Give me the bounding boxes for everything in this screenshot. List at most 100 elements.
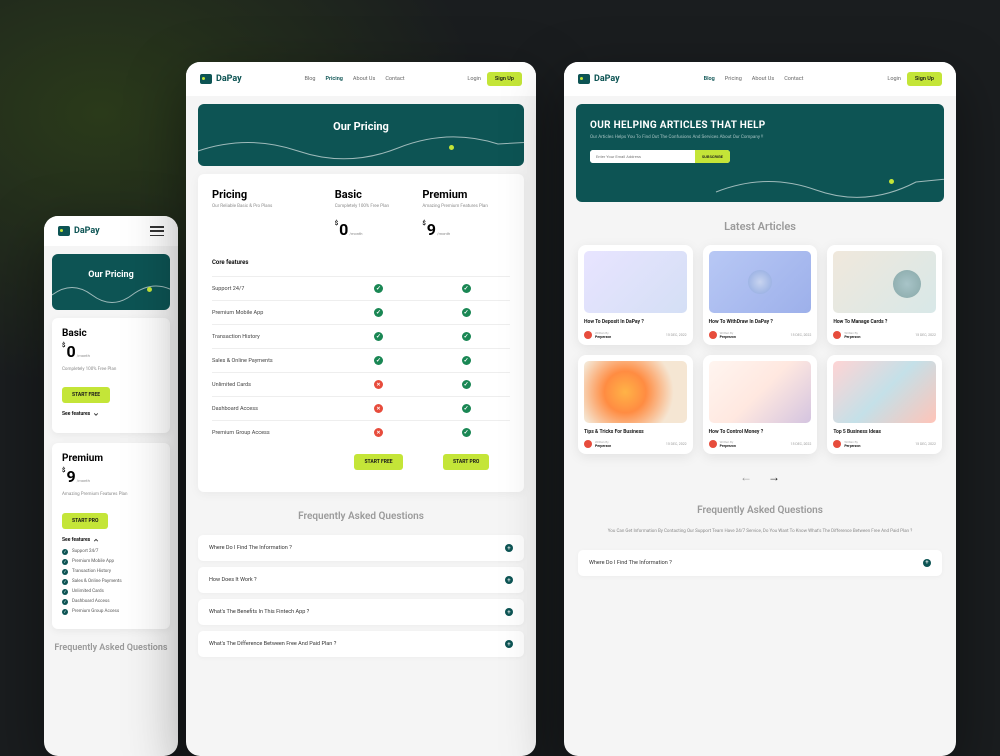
check-icon xyxy=(62,599,68,605)
feature-name: Transaction History xyxy=(212,334,335,340)
signup-button[interactable]: Sign Up xyxy=(907,72,942,86)
article-card[interactable]: How To Deposit In DaPay ?Written ByPerpe… xyxy=(578,245,693,345)
start-pro-button[interactable]: START PRO xyxy=(62,513,108,529)
brand-text: DaPay xyxy=(594,74,620,84)
check-icon xyxy=(374,284,383,293)
login-link[interactable]: Login xyxy=(887,76,901,82)
desktop-header: DaPay Blog Pricing About Us Contact Logi… xyxy=(564,62,956,96)
article-image xyxy=(833,361,936,423)
article-image xyxy=(833,251,936,313)
brand-logo[interactable]: DaPay xyxy=(58,226,100,236)
plus-icon: + xyxy=(505,544,513,552)
nav-contact[interactable]: Contact xyxy=(385,76,404,82)
subscribe-button[interactable]: SUBSCRIBE xyxy=(695,150,730,163)
email-input[interactable] xyxy=(590,150,695,163)
brand-icon xyxy=(58,226,70,236)
nav-about[interactable]: About Us xyxy=(353,76,375,82)
desktop-frame: DaPay Blog Pricing About Us Contact Logi… xyxy=(564,62,956,756)
author: Written ByPerperzon xyxy=(833,440,860,448)
article-image xyxy=(584,251,687,313)
start-free-button[interactable]: START FREE xyxy=(354,454,402,470)
nav-contact[interactable]: Contact xyxy=(784,76,803,82)
article-title: How To Control Money ? xyxy=(709,429,812,436)
check-icon xyxy=(62,589,68,595)
check-icon xyxy=(462,332,471,341)
plus-icon: + xyxy=(923,559,931,567)
faq-list: Where Do I Find The Information ?+ How D… xyxy=(198,535,524,657)
faq-item[interactable]: Where Do I Find The Information ?+ xyxy=(578,550,942,576)
feature-name: Premium Group Access xyxy=(212,430,335,436)
check-icon xyxy=(62,579,68,585)
article-card[interactable]: How To Control Money ? Written ByPerperzo… xyxy=(703,355,818,455)
feature-name: Premium Mobile App xyxy=(212,310,335,316)
avatar xyxy=(833,440,841,448)
pricing-sub: Our Reliable Basic & Pro Plans xyxy=(212,204,335,210)
hero-pricing: Our Pricing xyxy=(198,104,524,166)
faq-item[interactable]: Where Do I Find The Information ?+ xyxy=(198,535,524,561)
article-title: How To Manage Cards ? xyxy=(833,319,936,326)
chevron-up-icon xyxy=(93,537,99,543)
nav-pricing[interactable]: Pricing xyxy=(325,76,342,82)
article-card[interactable]: How To WithDraw In DaPay ?Written ByPerp… xyxy=(703,245,818,345)
hamburger-icon[interactable] xyxy=(150,226,164,236)
nav-pricing[interactable]: Pricing xyxy=(725,76,742,82)
article-card[interactable]: How To Manage Cards ?Written ByPerperzon… xyxy=(827,245,942,345)
article-title: How To WithDraw In DaPay ? xyxy=(709,319,812,326)
accent-dot xyxy=(147,287,152,292)
check-icon xyxy=(374,308,383,317)
mobile-frame: DaPay Our Pricing Basic $0/month Complet… xyxy=(44,216,178,756)
see-features-toggle[interactable]: See features xyxy=(62,411,160,417)
prev-arrow-icon[interactable]: ← xyxy=(740,470,752,484)
pricing-row: Premium Group Access xyxy=(212,420,510,444)
article-date: 15 DEC, 2022 xyxy=(791,442,812,446)
author: Written ByPerperzon xyxy=(709,440,736,448)
check-icon xyxy=(462,284,471,293)
nav-about[interactable]: About Us xyxy=(752,76,774,82)
check-icon xyxy=(462,404,471,413)
faq-item[interactable]: What's The Benefits In This Fintech App … xyxy=(198,599,524,625)
article-card[interactable]: Tips & Tricks For BusinessWritten ByPerp… xyxy=(578,355,693,455)
avatar xyxy=(709,440,717,448)
brand-text: DaPay xyxy=(216,74,242,84)
faq-title: Frequently Asked Questions xyxy=(186,510,536,523)
feature-item: Premium Group Access xyxy=(62,609,160,615)
pricing-actions: START FREE START PRO xyxy=(212,454,510,478)
feature-item: Support 24/7 xyxy=(62,549,160,555)
accent-dot xyxy=(449,145,454,150)
nav-blog[interactable]: Blog xyxy=(704,76,715,82)
avatar xyxy=(584,440,592,448)
avatar xyxy=(833,331,841,339)
nav-blog[interactable]: Blog xyxy=(304,76,315,82)
next-arrow-icon[interactable]: → xyxy=(768,470,780,484)
check-icon xyxy=(62,559,68,565)
article-card[interactable]: Top 5 Business IdeasWritten ByPerperzon1… xyxy=(827,355,942,455)
mobile-header: DaPay xyxy=(44,216,178,246)
hero-subtitle: Our Articles Helps You To Find Out The C… xyxy=(590,135,930,142)
plus-icon: + xyxy=(505,640,513,648)
plan-card-basic: Basic $0/month Completely 100% Free Plan… xyxy=(52,318,170,433)
brand-logo[interactable]: DaPay xyxy=(200,74,242,84)
start-pro-button[interactable]: START PRO xyxy=(443,454,489,470)
price-row: $9/month xyxy=(62,467,160,486)
feature-item: Transaction History xyxy=(62,569,160,575)
faq-item[interactable]: How Does It Work ?+ xyxy=(198,567,524,593)
start-free-button[interactable]: START FREE xyxy=(62,387,110,403)
article-title: How To Deposit In DaPay ? xyxy=(584,319,687,326)
feature-list: Support 24/7 Premium Mobile App Transact… xyxy=(62,549,160,615)
wave-decoration xyxy=(198,126,524,166)
pricing-table-header: Pricing Our Reliable Basic & Pro Plans B… xyxy=(212,188,510,245)
faq-list: Where Do I Find The Information ?+ xyxy=(578,550,942,576)
see-features-toggle[interactable]: See features xyxy=(62,537,160,543)
login-link[interactable]: Login xyxy=(467,76,481,82)
article-date: 15 DEC, 2022 xyxy=(666,442,687,446)
feature-name: Support 24/7 xyxy=(212,286,335,292)
article-image xyxy=(709,361,812,423)
article-date: 15 DEC, 2022 xyxy=(791,333,812,337)
faq-item[interactable]: What's The Difference Between Free And P… xyxy=(198,631,524,657)
plan-header-basic: Basic xyxy=(335,188,423,201)
brand-logo[interactable]: DaPay xyxy=(578,74,620,84)
article-title: Tips & Tricks For Business xyxy=(584,429,687,436)
feature-item: Unlimited Cards xyxy=(62,589,160,595)
signup-button[interactable]: Sign Up xyxy=(487,72,522,86)
pricing-row: Unlimited Cards xyxy=(212,372,510,396)
